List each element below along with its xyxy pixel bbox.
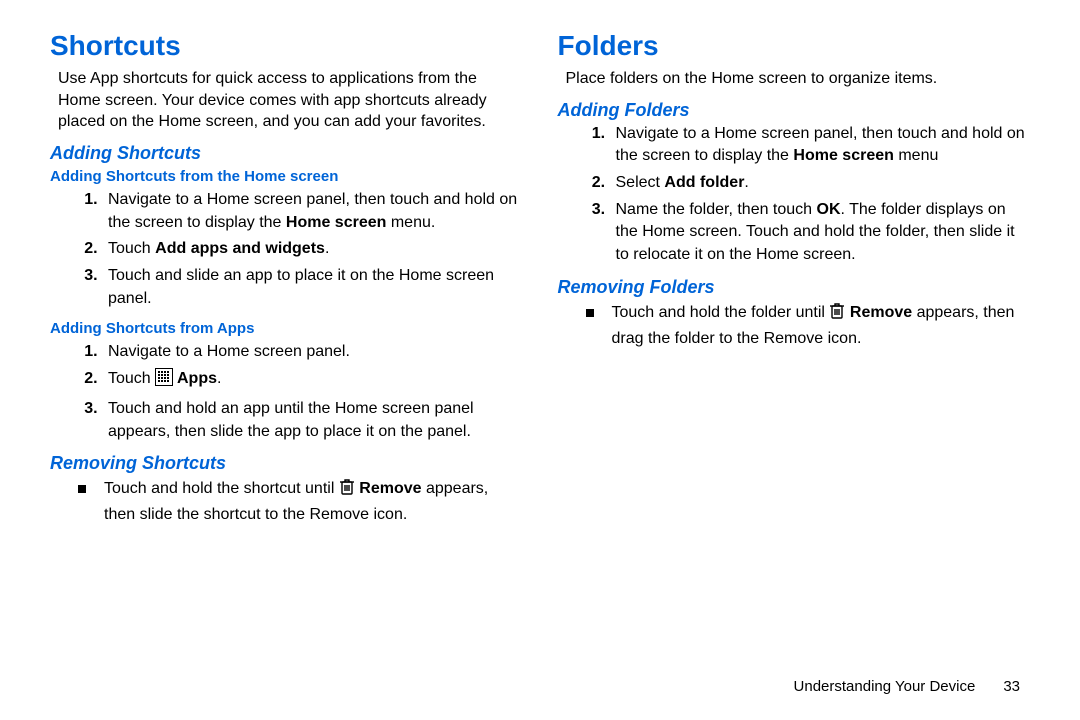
bold: Remove xyxy=(845,304,912,321)
text: Touch and hold the shortcut until xyxy=(104,480,339,497)
subheading-adding-folders: Adding Folders xyxy=(558,100,1026,121)
footer-section-title: Understanding Your Device xyxy=(794,678,976,695)
bullet-text: Touch and hold the shortcut until Remove… xyxy=(104,478,518,526)
page-columns: Shortcuts Use App shortcuts for quick ac… xyxy=(0,0,1080,660)
apps-grid-icon xyxy=(155,368,173,394)
step-folder-3: Name the folder, then touch OK. The fold… xyxy=(610,199,1026,267)
text: . xyxy=(217,370,221,387)
footer-page-number: 33 xyxy=(1003,678,1020,695)
subsub-adding-from-apps: Adding Shortcuts from Apps xyxy=(50,320,518,337)
bold: OK xyxy=(817,201,841,218)
step-folder-1: Navigate to a Home screen panel, then to… xyxy=(610,123,1026,168)
bold: Apps xyxy=(173,370,217,387)
heading-folders: Folders xyxy=(558,30,1026,62)
right-column: Folders Place folders on the Home screen… xyxy=(538,30,1036,650)
subsub-adding-from-home: Adding Shortcuts from the Home screen xyxy=(50,168,518,185)
square-bullet-icon xyxy=(586,309,594,317)
bold: Remove xyxy=(355,480,422,497)
text: Touch xyxy=(108,240,155,257)
step-home-2: Touch Add apps and widgets. xyxy=(102,238,518,261)
text: Touch xyxy=(108,370,155,387)
bullet-remove-folder: Touch and hold the folder until Remove a… xyxy=(586,302,1026,350)
step-folder-2: Select Add folder. xyxy=(610,172,1026,195)
shortcuts-intro: Use App shortcuts for quick access to ap… xyxy=(58,68,518,133)
bullet-text: Touch and hold the folder until Remove a… xyxy=(612,302,1026,350)
text: Touch and hold the folder until xyxy=(612,304,830,321)
list-adding-folders: Navigate to a Home screen panel, then to… xyxy=(558,123,1026,267)
step-home-1: Navigate to a Home screen panel, then to… xyxy=(102,189,518,234)
step-home-3: Touch and slide an app to place it on th… xyxy=(102,265,518,310)
trash-icon xyxy=(829,302,845,328)
bullet-remove-shortcut: Touch and hold the shortcut until Remove… xyxy=(78,478,518,526)
trash-icon xyxy=(339,478,355,504)
square-bullet-icon xyxy=(78,485,86,493)
text: Name the folder, then touch xyxy=(616,201,817,218)
subheading-adding-shortcuts: Adding Shortcuts xyxy=(50,143,518,164)
list-adding-from-home: Navigate to a Home screen panel, then to… xyxy=(50,189,518,311)
step-apps-1: Navigate to a Home screen panel. xyxy=(102,341,518,364)
text: menu. xyxy=(386,214,435,231)
bold: Home screen xyxy=(793,147,894,164)
text: menu xyxy=(894,147,938,164)
step-apps-2: Touch Apps. xyxy=(102,368,518,394)
page-footer: Understanding Your Device 33 xyxy=(794,678,1020,695)
text: . xyxy=(325,240,329,257)
text: Select xyxy=(616,174,665,191)
subheading-removing-shortcuts: Removing Shortcuts xyxy=(50,453,518,474)
heading-shortcuts: Shortcuts xyxy=(50,30,518,62)
left-column: Shortcuts Use App shortcuts for quick ac… xyxy=(50,30,538,650)
folders-intro: Place folders on the Home screen to orga… xyxy=(566,68,1026,90)
text: . xyxy=(744,174,748,191)
subheading-removing-folders: Removing Folders xyxy=(558,277,1026,298)
bold: Add apps and widgets xyxy=(155,240,325,257)
bold: Add folder xyxy=(664,174,744,191)
step-apps-3: Touch and hold an app until the Home scr… xyxy=(102,398,518,443)
bold: Home screen xyxy=(286,214,387,231)
list-adding-from-apps: Navigate to a Home screen panel. Touch A… xyxy=(50,341,518,443)
